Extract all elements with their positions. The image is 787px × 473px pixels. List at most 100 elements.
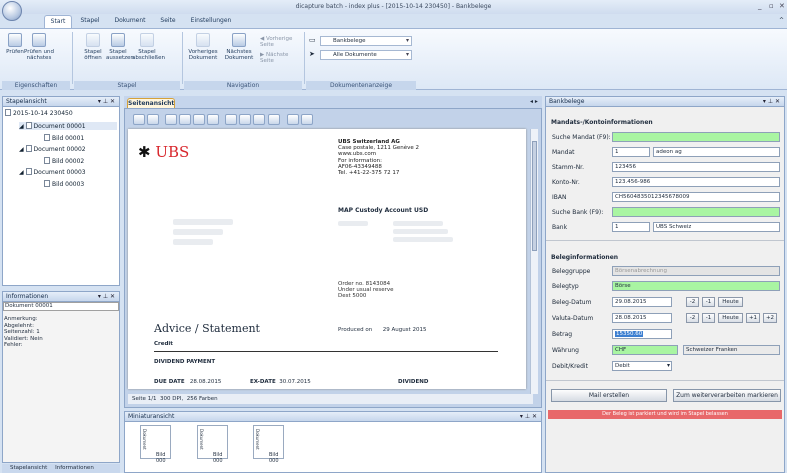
- miniatur-panel-header: Miniaturansicht ▾ ⊥ ✕: [125, 412, 541, 422]
- tree-image-2[interactable]: Bild 00002: [44, 157, 84, 165]
- tab-start[interactable]: Start: [44, 15, 72, 28]
- konto-label: Konto-Nr.: [552, 179, 580, 186]
- ribbon-collapse-icon[interactable]: ^: [779, 17, 784, 24]
- thumbnail-1[interactable]: Dokument Bild 000: [140, 425, 171, 464]
- minimize-icon[interactable]: _: [758, 2, 762, 10]
- belegdatum-heute-button[interactable]: Heute: [718, 297, 743, 307]
- tree-document-2[interactable]: ◢ Document 00002: [19, 145, 86, 153]
- belegdatum-minus1-button[interactable]: -1: [702, 297, 715, 307]
- thumbnail-3[interactable]: Dokument Bild 000: [253, 425, 284, 464]
- tree-image-1[interactable]: Bild 00001: [44, 134, 84, 142]
- panel-controls-icon[interactable]: ▾ ⊥ ✕: [98, 97, 115, 107]
- zoom-fit-icon[interactable]: [225, 114, 237, 125]
- document-icon: [5, 109, 11, 116]
- belegdatum-field[interactable]: 29.08.2015: [612, 297, 672, 307]
- stamm-label: Stamm-Nr.: [552, 164, 585, 171]
- suche-mandat-input[interactable]: [612, 132, 780, 142]
- select-icon[interactable]: [207, 114, 219, 125]
- save-icon[interactable]: [147, 114, 159, 125]
- fit-height-icon[interactable]: [179, 114, 191, 125]
- tree-root[interactable]: 2015-10-14 230450: [5, 109, 73, 117]
- tab-informationen[interactable]: Informationen: [55, 465, 94, 471]
- valuta-plus2-button[interactable]: +2: [763, 313, 777, 323]
- rotate-left-icon[interactable]: [287, 114, 299, 125]
- rotate-right-icon[interactable]: [301, 114, 313, 125]
- debit-select[interactable]: Debit ▾: [612, 361, 672, 371]
- waehrung-field[interactable]: CHF: [612, 345, 678, 355]
- scroll-thumb[interactable]: [532, 141, 537, 251]
- document-page: ✱ UBS UBS Switzerland AG Case postale, 12…: [128, 129, 526, 389]
- info-lines: Anmerkung: Abgelehnt: Seitenzahl: 1 Validie…: [4, 316, 43, 348]
- tree-document-1[interactable]: ◢ Document 00001: [19, 122, 117, 130]
- belegtyp-field[interactable]: Börse: [612, 281, 780, 291]
- iban-field[interactable]: CH5604835012345678009: [612, 192, 780, 202]
- image-icon: [44, 134, 50, 141]
- valuta-plus1-button[interactable]: +1: [746, 313, 760, 323]
- window-title: dicapture batch - index plus - [2015-10-…: [295, 3, 492, 10]
- mandat-number-field[interactable]: 1: [612, 147, 650, 157]
- stapel-abschliessen-button[interactable]: Stapel abschließen: [132, 33, 165, 61]
- tab-stapel[interactable]: Stapel: [76, 15, 104, 28]
- belegdatum-minus2-button[interactable]: -2: [686, 297, 699, 307]
- panel-controls-icon[interactable]: ▾ ⊥ ✕: [520, 412, 537, 422]
- document-icon: [25, 122, 32, 129]
- naechstes-dokument-button[interactable]: Nächstes Dokument: [224, 33, 254, 61]
- stamm-field[interactable]: 123456: [612, 162, 780, 172]
- section-mandat: Mandats-/Kontoinformationen: [551, 119, 653, 126]
- group-eigenschaften: Eigenschaften: [2, 81, 70, 90]
- valuta-minus2-button[interactable]: -2: [686, 313, 699, 323]
- naechste-seite-button[interactable]: ▶ Nächste Seite: [260, 52, 300, 64]
- mail-erstellen-button[interactable]: Mail erstellen: [551, 389, 667, 402]
- thumbnail-2[interactable]: Dokument Bild 000: [197, 425, 228, 464]
- stapel-oeffnen-button[interactable]: Stapel öffnen: [82, 33, 104, 61]
- viewer-tabbar: [124, 96, 542, 108]
- bank-name-field[interactable]: UBS Schweiz: [653, 222, 780, 232]
- rotate-icon[interactable]: [133, 114, 145, 125]
- restore-icon[interactable]: ▫: [769, 2, 774, 10]
- tab-seite[interactable]: Seite: [155, 15, 181, 28]
- weiterverarbeiten-button[interactable]: Zum weiterverarbeiten markieren: [673, 389, 781, 402]
- zoom-out-icon[interactable]: [253, 114, 265, 125]
- mandat-label: Mandat: [552, 149, 575, 156]
- panel-controls-icon[interactable]: ▾ ⊥ ✕: [98, 292, 115, 302]
- vorherige-seite-button[interactable]: ◀ Vorherige Seite: [260, 36, 300, 48]
- valuta-heute-button[interactable]: Heute: [718, 313, 743, 323]
- stapel-panel-header: Stapelansicht ▾ ⊥ ✕: [3, 97, 119, 107]
- debit-label: Debit/Kredit: [552, 363, 588, 370]
- zoom-in-icon[interactable]: [239, 114, 251, 125]
- doc-heading: Advice / Statement: [154, 322, 260, 335]
- document-icon: [25, 145, 32, 152]
- fit-page-icon[interactable]: [193, 114, 205, 125]
- arrow-left-icon: [196, 33, 210, 47]
- filter-dropdown[interactable]: Alle Dokumente: [320, 50, 412, 60]
- tree-image-3[interactable]: Bild 00003: [44, 180, 84, 188]
- pruefen-button[interactable]: Prüfen: [6, 33, 24, 55]
- app-menu-button[interactable]: [2, 1, 22, 21]
- betrag-field[interactable]: 15350.60: [612, 329, 672, 339]
- konto-field[interactable]: 123.456-986: [612, 177, 780, 187]
- info-panel-header: Informationen ▾ ⊥ ✕: [3, 292, 119, 302]
- belegtyp-label: Belegtyp: [552, 283, 579, 290]
- info-doc-field: Dokument 00001: [3, 302, 119, 311]
- fit-width-icon[interactable]: [165, 114, 177, 125]
- valuta-field[interactable]: 28.08.2015: [612, 313, 672, 323]
- tab-einstellungen[interactable]: Einstellungen: [185, 15, 237, 28]
- bank-number-field[interactable]: 1: [612, 222, 650, 232]
- suche-bank-input[interactable]: [612, 207, 780, 217]
- zoom-custom-icon[interactable]: [268, 114, 280, 125]
- doctype-dropdown[interactable]: Bankbelege: [320, 36, 412, 46]
- mandat-name-field[interactable]: adeon ag: [653, 147, 780, 157]
- valuta-minus1-button[interactable]: -1: [702, 313, 715, 323]
- pruefen-naechstes-button[interactable]: Prüfen und nächstes: [24, 33, 54, 61]
- panel-controls-icon[interactable]: ▾ ⊥ ✕: [763, 97, 780, 107]
- tree-document-3[interactable]: ◢ Document 00003: [19, 168, 86, 176]
- tab-stapelansicht[interactable]: Stapelansicht: [10, 465, 47, 471]
- viewer-scrollbar[interactable]: [530, 129, 538, 394]
- tab-seitenansicht[interactable]: Seitenansicht: [127, 98, 175, 108]
- pane-scroll-icon[interactable]: ◂ ▸: [530, 98, 538, 105]
- close-icon[interactable]: ✕: [779, 2, 785, 10]
- tab-dokument[interactable]: Dokument: [110, 15, 150, 28]
- suche-bank-label: Suche Bank (F9):: [552, 209, 604, 216]
- stapel-aussetzen-button[interactable]: Stapel aussetzen: [106, 33, 134, 61]
- vorheriges-dokument-button[interactable]: Vorheriges Dokument: [188, 33, 218, 61]
